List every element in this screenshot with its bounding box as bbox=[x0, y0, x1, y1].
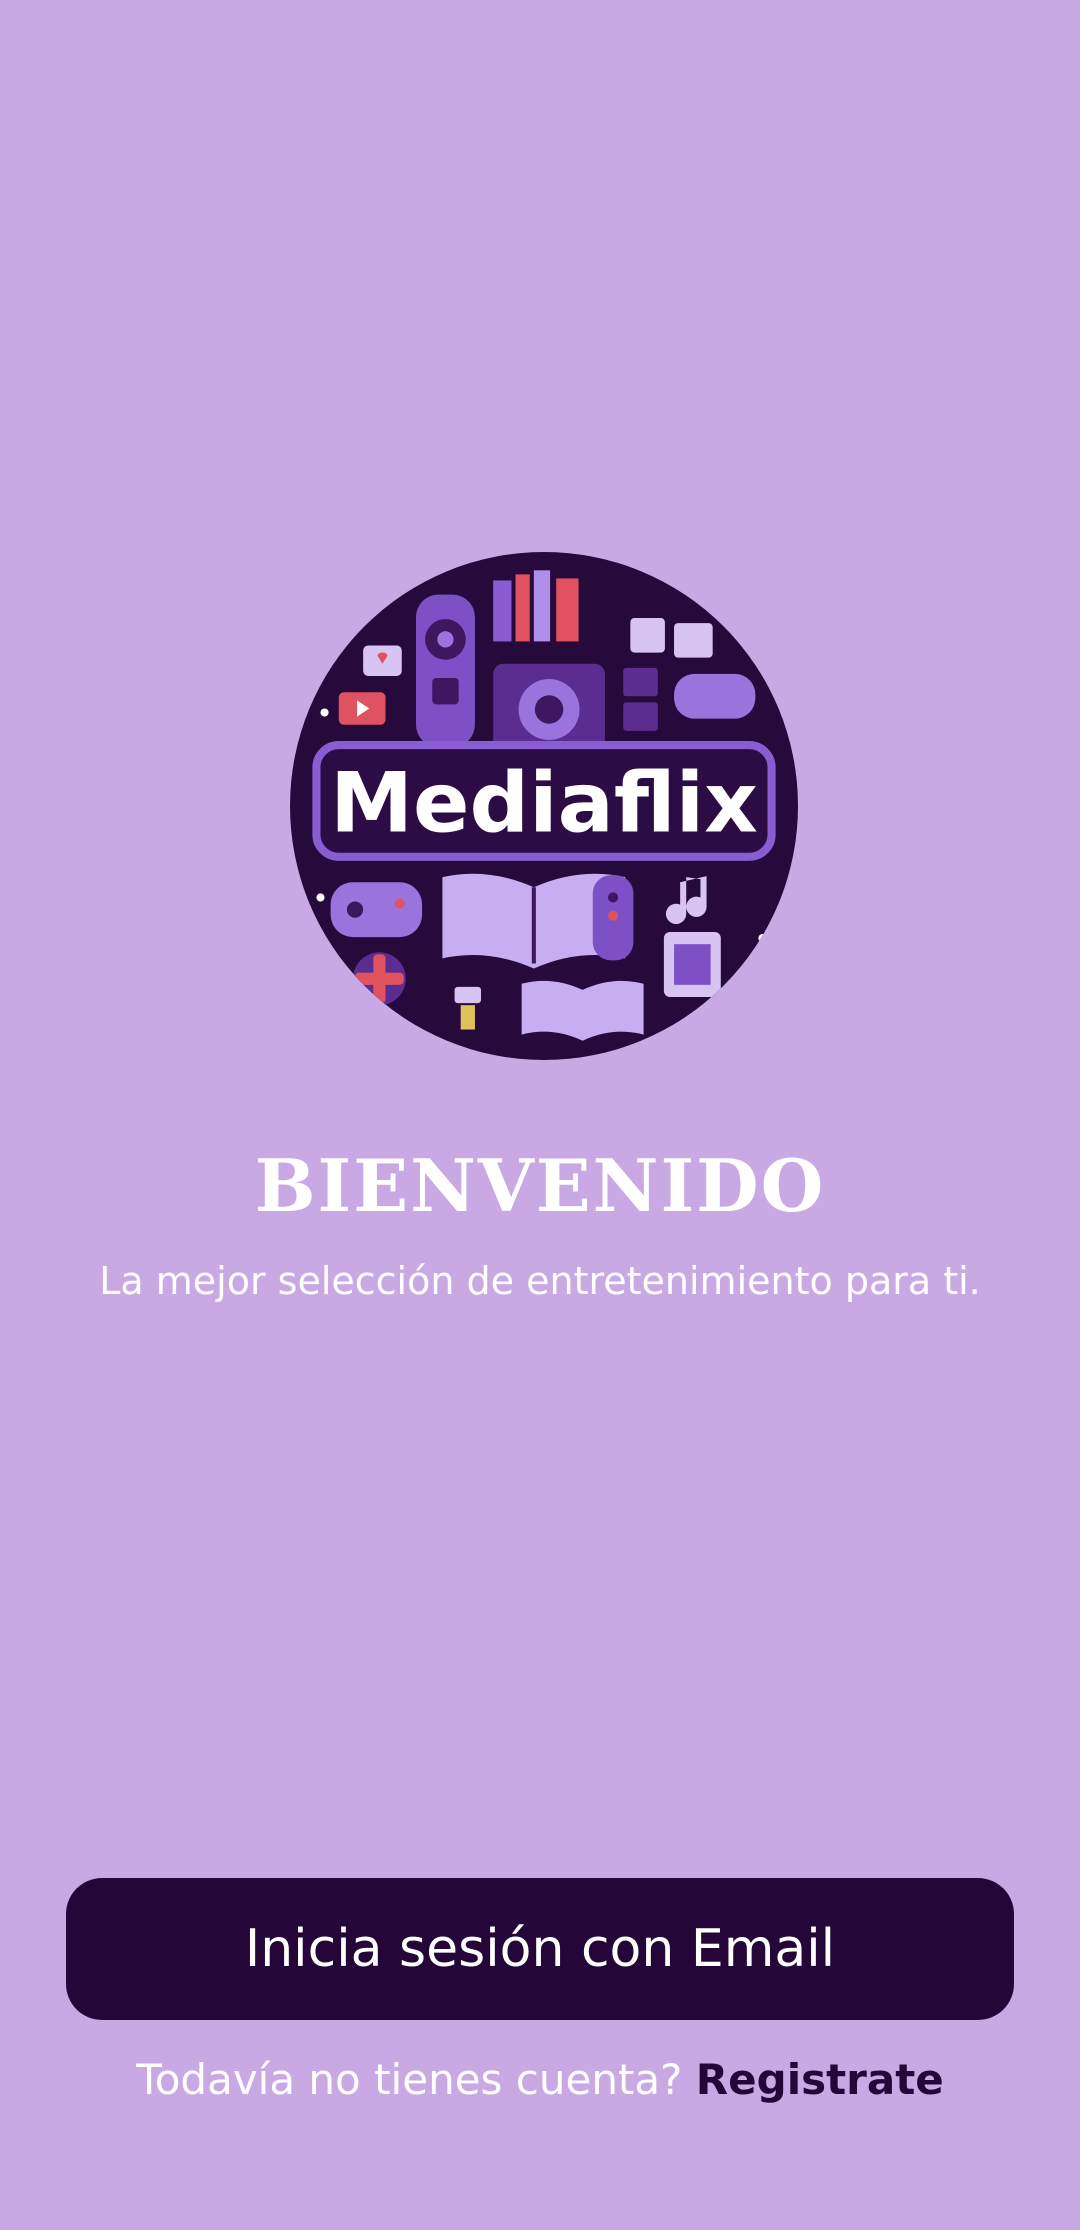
signup-row: Todavía no tienes cuenta? Registrate bbox=[0, 2052, 1080, 2108]
email-login-button[interactable]: Inicia sesión con Email bbox=[66, 1878, 1014, 2020]
welcome-title: BIENVENIDO bbox=[254, 1143, 826, 1228]
register-link[interactable]: Registrate bbox=[696, 2055, 944, 2104]
app-logo: Mediaflix bbox=[290, 552, 798, 1060]
signup-prompt: Todavía no tienes cuenta? bbox=[136, 2055, 683, 2104]
welcome-subtitle: La mejor selección de entretenimiento pa… bbox=[99, 1259, 981, 1303]
email-login-button-label: Inicia sesión con Email bbox=[244, 1919, 836, 1979]
logo-text: Mediaflix bbox=[330, 754, 758, 851]
mediaflix-logo-image: Mediaflix bbox=[312, 570, 776, 1041]
